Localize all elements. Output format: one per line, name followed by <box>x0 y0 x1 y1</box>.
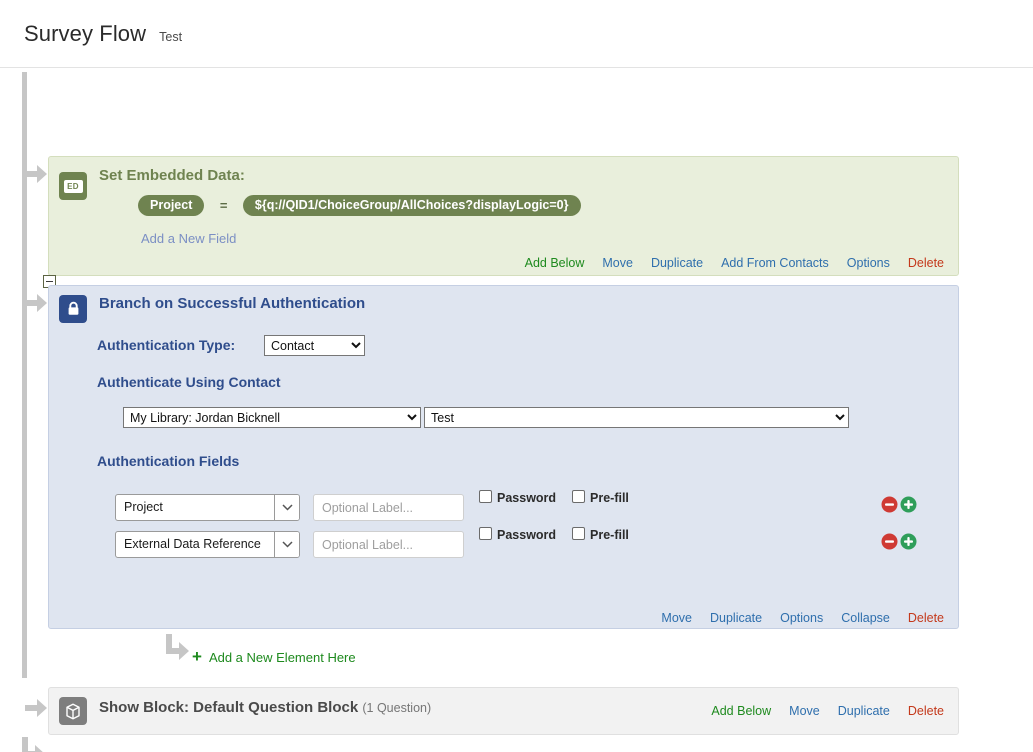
branch-child-elbow-arrow <box>166 634 192 662</box>
block-action-add-below[interactable]: Add Below <box>711 704 771 718</box>
lock-icon <box>59 295 87 323</box>
branch-action-move[interactable]: Move <box>661 611 692 625</box>
embedded-data-action-add-from-contacts[interactable]: Add From Contacts <box>721 256 829 270</box>
authentication-fields-label: Authentication Fields <box>97 453 240 469</box>
checkbox-box[interactable] <box>479 527 492 540</box>
block-action-delete[interactable]: Delete <box>908 704 944 718</box>
branch-action-duplicate[interactable]: Duplicate <box>710 611 762 625</box>
checkbox-box[interactable] <box>572 527 585 540</box>
auth-field-2-add-button[interactable] <box>900 533 917 550</box>
embedded-data-action-duplicate[interactable]: Duplicate <box>651 256 703 270</box>
flow-element-branch[interactable]: Branch on Successful Authentication Auth… <box>48 285 959 629</box>
add-new-field-link[interactable]: Add a New Field <box>141 231 236 246</box>
embedded-data-field-value[interactable]: ${q://QID1/ChoiceGroup/AllChoices?displa… <box>242 195 581 216</box>
embedded-data-field-row: Project = ${q://QID1/ChoiceGroup/AllChoi… <box>138 195 581 216</box>
add-new-element-inner-label[interactable]: Add a New Element Here <box>209 650 356 665</box>
chevron-down-icon[interactable] <box>274 532 299 557</box>
branch-actions: Move Duplicate Options Collapse Delete <box>661 611 944 625</box>
embedded-data-action-add-below[interactable]: Add Below <box>525 256 585 270</box>
auth-field-1-password-label: Password <box>497 491 557 505</box>
embedded-data-action-options[interactable]: Options <box>847 256 890 270</box>
embedded-data-actions: Add Below Move Duplicate Add From Contac… <box>525 256 944 270</box>
flow-arrow-embedded-data <box>25 165 47 183</box>
app-header: Survey Flow Test <box>0 0 1033 68</box>
auth-field-2-prefill-label: Pre-fill <box>590 528 629 542</box>
block-cube-icon <box>59 697 87 725</box>
auth-field-2-password-checkbox[interactable]: Password <box>479 526 557 542</box>
flow-element-embedded-data[interactable]: ED Set Embedded Data: Project = ${q://QI… <box>48 156 959 276</box>
flow-arrow-block <box>25 699 47 717</box>
page-title: Survey Flow <box>24 20 147 46</box>
auth-field-2-label-input[interactable] <box>313 531 464 558</box>
auth-field-1-password-checkbox[interactable]: Password <box>479 489 557 505</box>
branch-action-delete[interactable]: Delete <box>908 611 944 625</box>
auth-field-1-prefill-label: Pre-fill <box>590 491 629 505</box>
auth-field-1-select[interactable]: Project <box>115 494 300 521</box>
root-elbow-arrow <box>22 737 48 752</box>
checkbox-box[interactable] <box>572 490 585 503</box>
block-action-duplicate[interactable]: Duplicate <box>838 704 890 718</box>
auth-field-2-password-label: Password <box>497 528 557 542</box>
embedded-data-title: Set Embedded Data: <box>99 167 245 184</box>
embedded-data-icon: ED <box>59 172 87 200</box>
plus-icon: + <box>192 647 202 666</box>
flow-rail-bottom <box>22 278 27 678</box>
branch-action-options[interactable]: Options <box>780 611 823 625</box>
embedded-data-equals-sign: = <box>219 198 228 213</box>
auth-field-1-value: Project <box>124 500 163 514</box>
block-actions: Add Below Move Duplicate Delete <box>711 704 944 718</box>
survey-flow-canvas: ED Set Embedded Data: Project = ${q://QI… <box>0 68 1033 752</box>
auth-field-1-remove-button[interactable] <box>881 496 898 513</box>
flow-element-block[interactable]: Show Block: Default Question Block (1 Qu… <box>48 687 959 735</box>
chevron-down-icon[interactable] <box>274 495 299 520</box>
add-new-element-inner[interactable]: + Add a New Element Here <box>192 647 356 666</box>
embedded-data-action-delete[interactable]: Delete <box>908 256 944 270</box>
embedded-data-icon-label: ED <box>63 179 83 193</box>
contact-list-select[interactable]: Test <box>424 407 849 428</box>
checkbox-box[interactable] <box>479 490 492 503</box>
auth-field-2-prefill-checkbox[interactable]: Pre-fill <box>572 526 629 542</box>
auth-field-2-value: External Data Reference <box>124 537 261 551</box>
block-action-move[interactable]: Move <box>789 704 820 718</box>
auth-field-2-select[interactable]: External Data Reference <box>115 531 300 558</box>
block-title: Show Block: Default Question Block (1 Qu… <box>99 699 431 716</box>
minus-icon <box>46 281 53 282</box>
embedded-data-action-move[interactable]: Move <box>602 256 633 270</box>
auth-field-1-prefill-checkbox[interactable]: Pre-fill <box>572 489 629 505</box>
library-select[interactable]: My Library: Jordan Bicknell <box>123 407 421 428</box>
branch-action-collapse[interactable]: Collapse <box>841 611 890 625</box>
embedded-data-field-name[interactable]: Project <box>138 195 205 216</box>
authenticate-using-label: Authenticate Using Contact <box>97 374 281 390</box>
block-question-count: (1 Question) <box>362 701 432 715</box>
flow-arrow-branch <box>25 294 47 312</box>
branch-title: Branch on Successful Authentication <box>99 295 366 312</box>
auth-field-2-remove-button[interactable] <box>881 533 898 550</box>
survey-name-label: Test <box>159 29 183 44</box>
authentication-type-select[interactable]: Contact <box>264 335 365 356</box>
auth-field-1-label-input[interactable] <box>313 494 464 521</box>
block-title-text: Show Block: Default Question Block <box>99 699 359 716</box>
authentication-type-label: Authentication Type: <box>97 337 236 353</box>
auth-field-1-add-button[interactable] <box>900 496 917 513</box>
